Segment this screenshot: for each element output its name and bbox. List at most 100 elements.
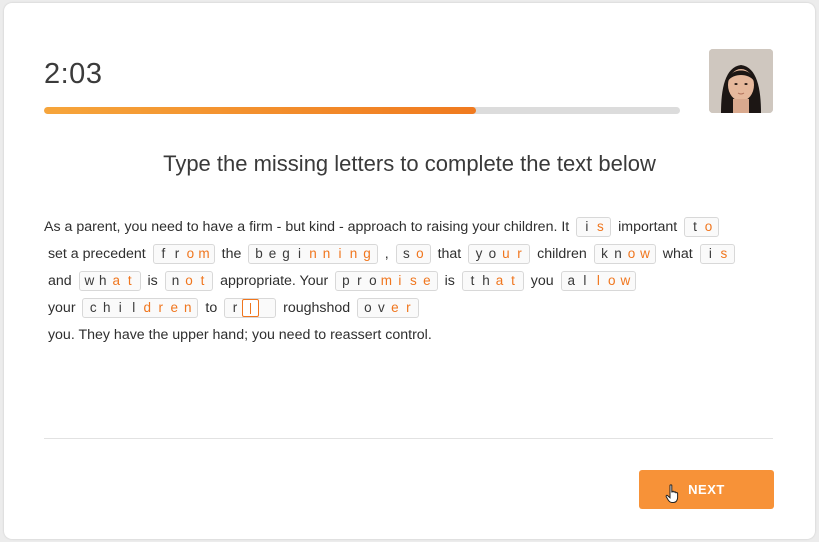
blank-word[interactable]: not	[164, 271, 214, 292]
passage-text: appropriate. Your	[216, 273, 333, 289]
blank-word[interactable]: is	[699, 244, 735, 265]
passage-text: is	[440, 273, 459, 289]
blank-word[interactable]: from	[152, 244, 215, 265]
letter-input[interactable]: m	[197, 245, 211, 263]
passage-text: the	[217, 246, 246, 262]
letter-input[interactable]: t	[506, 272, 520, 290]
given-letter: k	[601, 246, 608, 262]
given-letter: l	[132, 300, 136, 316]
letter-input[interactable]: u	[499, 245, 513, 263]
given-letter: h	[102, 300, 111, 316]
given-letter: i	[298, 246, 302, 262]
given-letter: h	[482, 273, 490, 289]
letter-input[interactable]: o	[702, 218, 716, 236]
next-button[interactable]: NEXT	[639, 470, 774, 509]
letter-input[interactable]: w	[619, 272, 633, 290]
letter-input[interactable]: t	[123, 272, 137, 290]
given-letter: w	[84, 273, 95, 289]
given-letter: y	[475, 246, 483, 262]
blank-word[interactable]: allow	[560, 271, 637, 292]
given-letter: r	[174, 246, 180, 262]
given-letter: e	[268, 246, 277, 262]
given-letter: h	[99, 273, 107, 289]
blank-word[interactable]: to	[684, 217, 720, 238]
blank-word[interactable]: over	[357, 298, 420, 319]
given-letter: n	[171, 273, 180, 289]
blank-word[interactable]: know	[593, 244, 656, 265]
letter-input[interactable]: r	[513, 245, 527, 263]
blank-word[interactable]: that	[461, 271, 524, 292]
given-letter: a	[567, 273, 576, 289]
passage-text: and	[44, 273, 76, 289]
letter-input[interactable]: t	[196, 272, 210, 290]
letter-input[interactable]: o	[413, 245, 427, 263]
passage-text: set a precedent	[44, 246, 150, 262]
letter-input[interactable]: i	[393, 272, 407, 290]
passage-text: you. They have the upper hand; you need …	[44, 327, 432, 343]
webcam-avatar	[709, 49, 773, 113]
passage-text: ,	[380, 246, 393, 262]
passage-text: your	[44, 300, 80, 316]
given-letter: i	[118, 300, 122, 316]
letter-input[interactable]: n	[347, 245, 361, 263]
given-letter: l	[583, 273, 587, 289]
blank-word[interactable]: your	[468, 244, 531, 265]
letter-input[interactable]: g	[360, 245, 374, 263]
letter-input[interactable]: w	[638, 245, 652, 263]
letter-input[interactable]: i	[333, 245, 347, 263]
letter-input[interactable]: d	[140, 299, 154, 317]
letter-input[interactable]: o	[182, 272, 196, 290]
letter-input[interactable]: r	[154, 299, 168, 317]
blank-word[interactable]: is	[576, 217, 612, 238]
letter-input[interactable]: n	[320, 245, 334, 263]
progress-bar	[44, 107, 680, 114]
given-letter: o	[369, 273, 377, 289]
active-letter-input[interactable]	[241, 299, 259, 318]
letter-input[interactable]: r	[402, 299, 416, 317]
passage-text: to	[201, 300, 222, 316]
blank-word[interactable]: promise	[335, 271, 438, 292]
letter-input[interactable]: a	[110, 272, 124, 290]
letter-input[interactable]: n	[181, 299, 195, 317]
letter-input[interactable]: e	[420, 272, 434, 290]
given-letter: i	[708, 246, 712, 262]
passage-text: is	[143, 273, 162, 289]
given-letter: b	[255, 246, 263, 262]
given-letter: f	[161, 246, 166, 262]
letter-input[interactable]: o	[605, 272, 619, 290]
blank-word[interactable]: so	[395, 244, 431, 265]
blank-word[interactable]: what	[78, 271, 141, 292]
blank-word[interactable]: r	[224, 298, 277, 319]
instruction-heading: Type the missing letters to complete the…	[163, 151, 656, 176]
given-letter: r	[232, 300, 238, 316]
blank-word[interactable]: beginning	[248, 244, 378, 265]
passage-text: what	[658, 246, 697, 262]
given-letter: o	[364, 300, 372, 316]
given-letter: c	[89, 300, 97, 316]
letter-input[interactable]: e	[388, 299, 402, 317]
progress-fill	[44, 107, 477, 114]
passage-text: that	[433, 246, 466, 262]
letter-input[interactable]: e	[167, 299, 181, 317]
passage-text: roughshod	[279, 300, 355, 316]
webcam-preview	[709, 49, 773, 113]
letter-input[interactable]: a	[493, 272, 507, 290]
letter-input[interactable]: s	[717, 245, 731, 263]
letter-input[interactable]: m	[380, 272, 394, 290]
passage: As a parent, you need to have a firm - b…	[44, 214, 774, 349]
letter-input[interactable]: o	[184, 245, 198, 263]
letter-input[interactable]: n	[306, 245, 320, 263]
given-letter: s	[403, 246, 410, 262]
letter-input[interactable]: l	[592, 272, 606, 290]
divider	[44, 438, 773, 439]
given-letter: i	[585, 219, 589, 235]
given-letter: p	[342, 273, 350, 289]
letter-input[interactable]: s	[407, 272, 421, 290]
letter-input[interactable]: o	[625, 245, 639, 263]
given-letter: t	[470, 273, 475, 289]
passage-text: you	[526, 273, 558, 289]
given-letter: g	[282, 246, 290, 262]
blank-word[interactable]: children	[82, 298, 199, 319]
letter-input[interactable]: s	[594, 218, 608, 236]
passage-text: As a parent, you need to have a firm - b…	[44, 219, 574, 235]
